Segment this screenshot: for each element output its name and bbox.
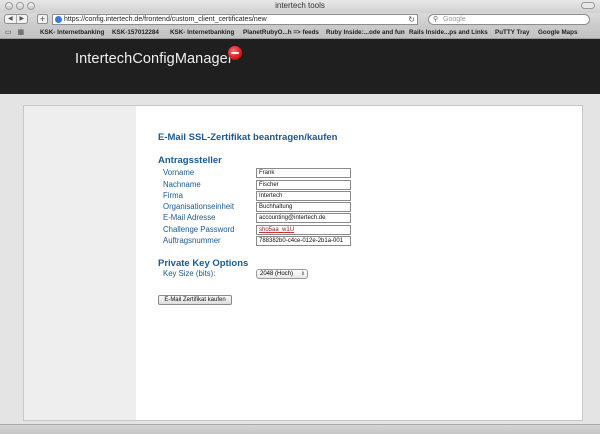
key-size-label: Key Size (bits): <box>163 269 216 278</box>
company-input[interactable]: Intertech <box>256 191 351 201</box>
form-title: E-Mail SSL-Zertifikat beantragen/kaufen <box>158 132 338 143</box>
email-label: E-Mail Adresse <box>163 213 216 222</box>
order-number-label: Auftragsnummer <box>163 236 221 245</box>
title-bar: intertech tools <box>0 0 600 14</box>
applicant-section-title: Antragssteller <box>158 155 222 166</box>
bookmark-item[interactable]: KSK- Internetbanking <box>170 29 234 36</box>
chevron-updown-icon: ⇕ <box>300 271 305 277</box>
bookmarks-book-icon[interactable]: ▭ ▦ <box>5 28 26 36</box>
order-number-input[interactable]: 788382b0-c4ce-012e-2b1a-001 <box>256 236 351 246</box>
org-unit-label: Organisationseinheit <box>163 202 235 211</box>
back-button[interactable]: ◀ <box>5 15 17 23</box>
key-size-select[interactable]: 2048 (Hoch) ⇕ <box>256 269 308 279</box>
toolbar-toggle-button[interactable] <box>581 2 595 9</box>
forward-button[interactable]: ▶ <box>17 15 28 23</box>
window-title: intertech tools <box>275 1 325 10</box>
challenge-password-label: Challenge Password <box>163 225 235 234</box>
bookmark-item[interactable]: PuTTY Tray <box>495 29 530 36</box>
site-brand[interactable]: IntertechConfigManager <box>75 51 233 67</box>
nav-buttons: ◀ ▶ <box>4 14 28 24</box>
bookmark-item[interactable]: PlanetRubyO...h => feeds <box>243 29 319 36</box>
key-options-section-title: Private Key Options <box>158 258 249 269</box>
org-unit-input[interactable]: Buchhaltung <box>256 202 351 212</box>
search-placeholder: Google <box>443 16 466 23</box>
url-text[interactable]: https://config.intertech.de/frontend/cus… <box>64 15 267 24</box>
company-label: Firma <box>163 191 183 200</box>
site-icon <box>55 16 62 23</box>
reload-icon[interactable]: ↻ <box>408 15 415 24</box>
first-name-input[interactable]: Frank <box>256 168 351 178</box>
browser-window: intertech tools ◀ ▶ + https://config.int… <box>0 0 600 434</box>
challenge-password-input[interactable]: sho5aa_w1U <box>256 225 351 235</box>
email-input[interactable]: accounting@intertech.de <box>256 213 351 223</box>
search-field[interactable]: ⚲ Google <box>428 14 590 25</box>
bookmark-item[interactable]: KSK-157012284 <box>112 29 159 36</box>
bookmarks-bar: ▭ ▦ KSK- Internetbanking KSK-157012284 K… <box>0 27 600 39</box>
address-bar[interactable]: https://config.intertech.de/frontend/cus… <box>52 14 418 25</box>
brand-logo-icon <box>228 46 242 60</box>
bookmark-item[interactable]: Rails Inside...ps and Links <box>409 29 488 36</box>
left-sidebar <box>24 106 136 420</box>
first-name-label: Vorname <box>163 168 195 177</box>
site-header: IntertechConfigManager <box>0 39 600 94</box>
bookmark-item[interactable]: Ruby Inside:...ode and fun <box>326 29 405 36</box>
status-bar <box>0 424 600 434</box>
buy-certificate-button[interactable]: E-Mail Zertifikat kaufen <box>158 295 232 305</box>
key-size-value: 2048 (Hoch) <box>260 271 294 277</box>
search-icon: ⚲ <box>433 16 439 23</box>
add-bookmark-button[interactable]: + <box>37 14 48 24</box>
last-name-input[interactable]: Fischer <box>256 180 351 190</box>
browser-toolbar: ◀ ▶ + https://config.intertech.de/fronte… <box>0 13 600 27</box>
last-name-label: Nachname <box>163 180 201 189</box>
bookmark-item[interactable]: Google Maps <box>538 29 578 36</box>
bookmark-item[interactable]: KSK- Internetbanking <box>40 29 104 36</box>
